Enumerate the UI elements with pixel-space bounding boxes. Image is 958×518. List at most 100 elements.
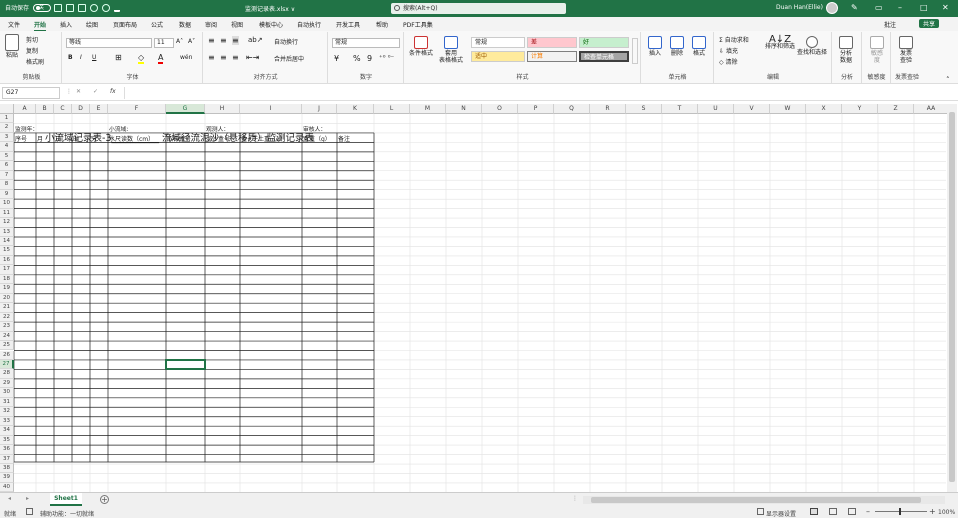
save-icon[interactable] [54, 3, 63, 12]
name-box[interactable]: G27 [2, 87, 60, 99]
row-header[interactable]: 12 [0, 218, 14, 228]
style-check-cell[interactable]: 检查单元格 [579, 51, 629, 62]
align-bottom-icon[interactable]: ≡ [232, 36, 239, 45]
percent-button[interactable]: % [353, 54, 361, 63]
autosum-button[interactable]: Σ 自动求和 [719, 35, 749, 44]
find-select-button[interactable]: 查找和选择 [797, 36, 827, 56]
column-header-H[interactable]: H [205, 104, 240, 114]
row-header[interactable]: 31 [0, 397, 14, 408]
column-header-I[interactable]: I [240, 104, 302, 114]
menu-tab-9[interactable]: 模板中心 [259, 20, 283, 29]
zoom-out-icon[interactable]: – [866, 507, 870, 516]
sensitivity-button[interactable]: 敏感 度 [870, 36, 884, 64]
row-header[interactable]: 30 [0, 388, 14, 398]
row-header[interactable]: 21 [0, 303, 14, 313]
column-header-X[interactable]: X [806, 104, 842, 114]
row-header[interactable]: 37 [0, 454, 14, 464]
tab-split-handle[interactable]: ⋮ [572, 495, 578, 502]
row-header[interactable]: 25 [0, 341, 14, 351]
row-header[interactable]: 20 [0, 293, 14, 304]
delete-cells-button[interactable]: 删除 [670, 36, 684, 57]
font-name-select[interactable]: 等线 [66, 38, 152, 48]
column-header-U[interactable]: U [698, 104, 734, 114]
redo-icon[interactable] [102, 3, 111, 12]
number-format-select[interactable]: 常规 [332, 38, 400, 48]
currency-button[interactable]: ¥ [334, 54, 339, 63]
share-button[interactable]: 共享 [919, 19, 940, 28]
menu-tab-8[interactable]: 视图 [231, 20, 243, 29]
menu-tab-4[interactable]: 页面布局 [113, 20, 137, 29]
menu-tab-2[interactable]: 插入 [60, 20, 72, 29]
bold-button[interactable]: B [68, 54, 73, 61]
minimize-button[interactable]: – [898, 3, 902, 12]
worksheet-grid[interactable] [14, 114, 946, 492]
display-settings[interactable]: 显示器设置 [766, 509, 796, 518]
row-header[interactable]: 14 [0, 236, 14, 247]
menu-tab-5[interactable]: 公式 [151, 20, 163, 29]
fill-button[interactable]: ⇩ 填充 [719, 46, 738, 55]
row-header[interactable]: 6 [0, 161, 14, 171]
fx-icon[interactable]: fx [110, 88, 116, 95]
underline-button[interactable]: U [92, 54, 96, 61]
table-header-cell[interactable]: 备注 [338, 134, 373, 143]
normal-view-icon[interactable] [810, 508, 818, 515]
new-file-icon[interactable] [66, 3, 75, 12]
row-header[interactable]: 29 [0, 378, 14, 389]
row2-label-A[interactable]: 监测年： [15, 124, 38, 133]
row-header[interactable]: 35 [0, 435, 14, 446]
vertical-scrollbar[interactable] [947, 104, 957, 492]
row-header[interactable]: 27 [0, 359, 14, 370]
row-header[interactable]: 38 [0, 464, 14, 474]
align-right-icon[interactable]: ≡ [232, 53, 239, 62]
page-break-icon[interactable] [848, 508, 856, 515]
prev-sheet-icon[interactable]: ◂ [8, 495, 11, 502]
style-calculation[interactable]: 计算 [527, 51, 577, 62]
styles-scroll[interactable] [632, 38, 638, 64]
select-all-corner[interactable] [0, 104, 14, 114]
macro-record-icon[interactable] [26, 508, 33, 515]
row-header[interactable]: 8 [0, 180, 14, 190]
row-header[interactable]: 15 [0, 246, 14, 256]
row-header[interactable]: 4 [0, 142, 14, 152]
font-color-button[interactable]: A [158, 53, 164, 64]
menu-tab-7[interactable]: 审阅 [205, 20, 217, 29]
column-header-J[interactable]: J [302, 104, 337, 114]
collapse-ribbon-icon[interactable]: ˄ [946, 76, 950, 84]
align-top-icon[interactable]: ≡ [208, 36, 215, 45]
paste-button[interactable]: 粘贴 [5, 34, 19, 59]
undo-icon[interactable] [90, 3, 99, 12]
row-header[interactable]: 28 [0, 369, 14, 379]
row-header[interactable]: 10 [0, 199, 14, 209]
row-header[interactable]: 39 [0, 473, 14, 483]
user-name[interactable]: Duan Han(Ellie) [776, 4, 823, 11]
row-header[interactable]: 22 [0, 312, 14, 323]
row-header[interactable]: 5 [0, 151, 14, 162]
column-header-S[interactable]: S [626, 104, 662, 114]
formula-input[interactable] [124, 87, 956, 99]
menu-tab-0[interactable]: 文件 [8, 20, 20, 29]
search-box[interactable]: 搜索(Alt+Q) [391, 3, 566, 14]
align-middle-icon[interactable]: ≡ [220, 36, 227, 45]
sheet-title[interactable]: 小流域记录表-3__________ 流域径流泥沙（悬移质）监测记录表 [45, 130, 314, 144]
phonetic-button[interactable]: wén [180, 54, 192, 61]
sheet-tab-sheet1[interactable]: Sheet1 [50, 493, 82, 506]
row-header[interactable]: 11 [0, 208, 14, 219]
column-header-D[interactable]: D [72, 104, 90, 114]
row-header[interactable]: 26 [0, 350, 14, 360]
row-header[interactable]: 18 [0, 274, 14, 285]
comma-button[interactable]: 9 [367, 54, 372, 63]
row-header[interactable]: 13 [0, 227, 14, 237]
accessibility-status[interactable]: 辅助功能：一切就绪 [40, 509, 94, 518]
vertical-scroll-thumb[interactable] [949, 112, 955, 482]
merge-center-button[interactable]: 合并后居中 [274, 54, 304, 63]
wrap-text-button[interactable]: 自动换行 [274, 37, 298, 46]
conditional-format-button[interactable]: 条件格式 [409, 36, 433, 57]
copy-button[interactable]: 复制 [26, 46, 38, 55]
italic-button[interactable]: I [80, 54, 82, 61]
menu-tab-10[interactable]: 自动执行 [297, 20, 321, 29]
sort-filter-button[interactable]: A↓Z 排序和筛选 [765, 35, 795, 51]
zoom-in-icon[interactable]: + [929, 507, 936, 516]
cancel-icon[interactable]: ✕ [76, 88, 81, 95]
zoom-slider[interactable] [875, 511, 927, 512]
shrink-font-button[interactable]: A˅ [188, 38, 195, 45]
